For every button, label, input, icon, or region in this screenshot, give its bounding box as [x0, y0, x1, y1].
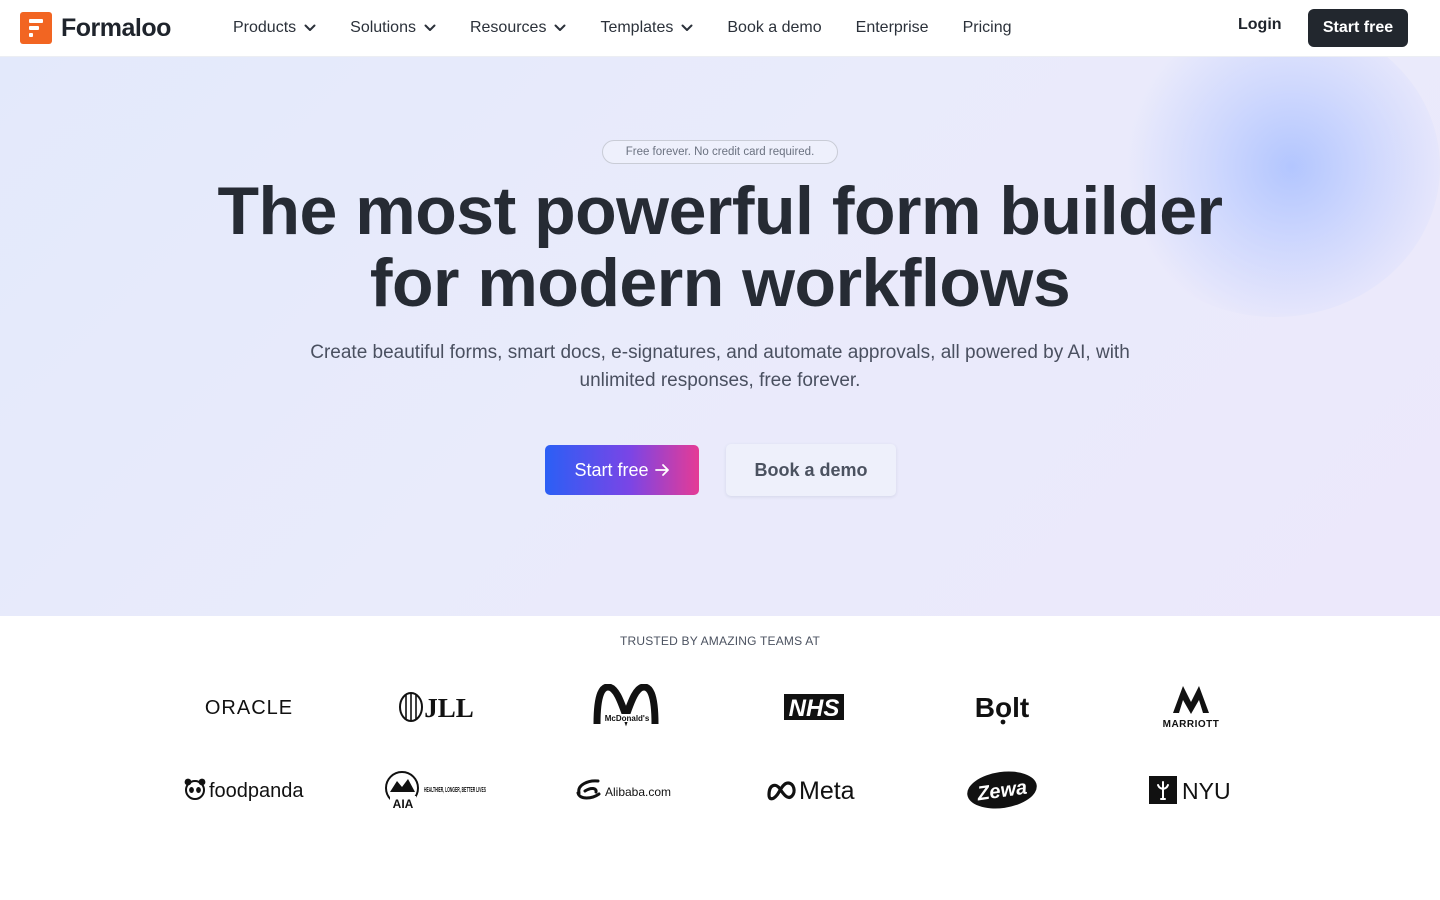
chevron-down-icon: [554, 24, 566, 31]
top-navbar: Formaloo Products Solutions Resources Te…: [0, 0, 1440, 57]
hero-section: Free forever. No credit card required. T…: [0, 57, 1440, 616]
chevron-down-icon: [304, 24, 316, 31]
nav-item-label: Enterprise: [855, 19, 929, 36]
nhs-wordmark: NHS: [789, 695, 840, 721]
formaloo-logo[interactable]: Formaloo: [20, 12, 171, 44]
foodpanda-logo: foodpanda: [155, 755, 343, 825]
marriott-wordmark: MARRIOTT: [1162, 719, 1219, 730]
nav-item-book-a-demo[interactable]: Book a demo: [710, 0, 838, 56]
zewa-logo: Zewa: [908, 755, 1096, 825]
customer-logos: ORACLE JLL McDonald's NHS Bolt MARRIOTT …: [155, 672, 1285, 825]
free-forever-badge: Free forever. No credit card required.: [602, 140, 838, 164]
nav-item-pricing[interactable]: Pricing: [946, 0, 1029, 56]
jll-wordmark: JLL: [425, 693, 475, 723]
oracle-logo: ORACLE: [155, 672, 343, 742]
trusted-by-label: TRUSTED BY AMAZING TEAMS AT: [619, 634, 821, 648]
jll-logo: JLL: [343, 672, 531, 742]
aia-wordmark: AIA: [393, 797, 414, 810]
oracle-wordmark: ORACLE: [205, 697, 293, 719]
bolt-logo: Bolt: [908, 672, 1096, 742]
hero-headline-line-1: The most powerful form builder: [217, 173, 1223, 249]
start-free-nav-button[interactable]: Start free: [1308, 9, 1408, 47]
nav-item-templates[interactable]: Templates: [583, 0, 710, 56]
book-a-demo-button[interactable]: Book a demo: [726, 444, 896, 496]
foodpanda-wordmark: foodpanda: [209, 780, 304, 802]
hero-subtitle: Create beautiful forms, smart docs, e-si…: [310, 342, 1130, 391]
nav-item-label: Pricing: [962, 19, 1012, 36]
formaloo-logo-icon: [20, 12, 52, 44]
arrow-right-icon: [654, 464, 669, 476]
chevron-down-icon: [681, 24, 693, 31]
mcdonalds-wordmark: McDonald's: [604, 714, 649, 723]
hero-headline-line-2: for modern workflows: [369, 245, 1071, 321]
logo-row: foodpanda AIA HEALTHIER, LONGER, BETTER …: [155, 755, 1285, 825]
login-link[interactable]: Login: [1238, 16, 1282, 34]
alibaba-wordmark: Alibaba.com: [605, 785, 671, 799]
chevron-down-icon: [424, 24, 436, 31]
hero-headline: The most powerful form builder for moder…: [120, 175, 1320, 319]
logo-row: ORACLE JLL McDonald's NHS Bolt MARRIOTT: [155, 672, 1285, 742]
nav-item-label: Book a demo: [727, 19, 822, 36]
aia-tagline: HEALTHIER, LONGER, BETTER LIVES: [424, 787, 486, 794]
nav-item-label: Products: [233, 19, 297, 36]
bolt-wordmark: Bolt: [975, 692, 1029, 723]
meta-logo: Meta: [720, 755, 908, 825]
main-nav: Products Solutions Resources Templates B…: [216, 0, 1028, 56]
marriott-logo: MARRIOTT: [1096, 672, 1284, 742]
nav-item-products[interactable]: Products: [216, 0, 333, 56]
nyu-logo: NYU: [1096, 755, 1284, 825]
nav-item-label: Solutions: [350, 19, 416, 36]
mcdonalds-logo: McDonald's: [532, 672, 720, 742]
aia-logo: AIA HEALTHIER, LONGER, BETTER LIVES: [343, 755, 531, 825]
nav-item-label: Templates: [600, 19, 674, 36]
alibaba-logo: Alibaba.com: [532, 755, 720, 825]
meta-wordmark: Meta: [799, 777, 855, 805]
nav-item-resources[interactable]: Resources: [453, 0, 583, 56]
brand-name: Formaloo: [61, 13, 171, 42]
start-free-label: Start free: [574, 459, 649, 480]
nav-item-label: Resources: [469, 19, 547, 36]
nav-item-enterprise[interactable]: Enterprise: [839, 0, 946, 56]
nyu-wordmark: NYU: [1182, 778, 1231, 804]
nhs-logo: NHS: [720, 672, 908, 742]
nav-item-solutions[interactable]: Solutions: [333, 0, 453, 56]
start-free-button[interactable]: Start free: [545, 445, 699, 495]
